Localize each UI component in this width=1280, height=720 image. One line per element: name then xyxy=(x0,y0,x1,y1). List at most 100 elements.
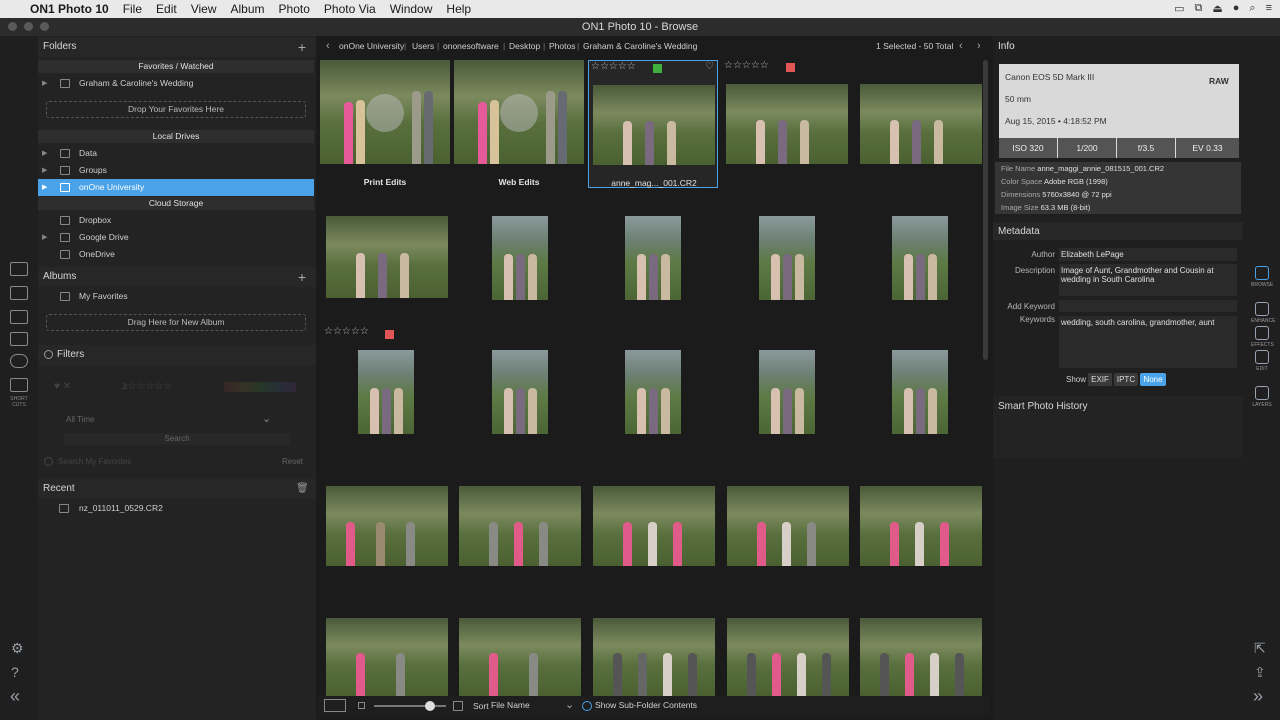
collapse-left-panel-icon[interactable]: « xyxy=(10,686,20,707)
photo-thumbnail[interactable] xyxy=(625,350,681,434)
thumbnail[interactable]: ☆☆☆☆☆ xyxy=(722,60,852,188)
enhance-module-button[interactable]: ENHANCE xyxy=(1251,302,1275,324)
sort-chevron-down-icon[interactable]: ⌄ xyxy=(565,698,574,711)
filter-search-input[interactable]: Search xyxy=(64,433,290,445)
next-chevron-icon[interactable]: › xyxy=(977,36,981,56)
share-upload-icon[interactable]: ⇪ xyxy=(1254,664,1266,681)
filter-color-labels[interactable] xyxy=(224,382,296,392)
menu-view[interactable]: View xyxy=(191,2,217,16)
time-filter-value[interactable]: All Time xyxy=(66,415,94,424)
album-item-favorites[interactable]: My Favorites xyxy=(38,288,314,305)
drive-item-groups[interactable]: ▶ Groups xyxy=(38,162,314,179)
grid-scrollbar[interactable] xyxy=(983,60,988,360)
thumbnail-web-edits[interactable]: Web Edits xyxy=(454,60,584,188)
cloud-item-dropbox[interactable]: Dropbox xyxy=(38,212,314,229)
drive-item-onone-university[interactable]: ▶ onOne University xyxy=(38,179,314,196)
thumbnail-size-slider[interactable] xyxy=(374,705,446,707)
filters-toggle[interactable] xyxy=(44,350,53,359)
filter-star-rating[interactable]: ≥☆☆☆☆☆ xyxy=(122,381,172,392)
favorites-icon[interactable] xyxy=(10,310,28,324)
heart-icon[interactable]: ♡ xyxy=(705,61,714,72)
filter-flag-icon[interactable]: ♥ ✕ xyxy=(54,381,71,392)
spotlight-search-icon[interactable]: ⌕ xyxy=(1249,2,1255,15)
star-rating[interactable]: ☆☆☆☆☆ xyxy=(591,61,636,72)
export-icon[interactable]: ⇱ xyxy=(1254,640,1266,657)
collapse-right-panel-icon[interactable]: » xyxy=(1253,686,1263,707)
minimize-window-button[interactable] xyxy=(24,22,33,31)
slider-handle[interactable] xyxy=(425,701,435,711)
sort-select[interactable]: File Name xyxy=(491,700,530,710)
star-rating[interactable]: ☆☆☆☆☆ xyxy=(324,326,369,337)
expand-icon[interactable]: ▶ xyxy=(42,179,47,196)
back-chevron-icon[interactable]: ‹ xyxy=(326,36,330,56)
thumbnail-selected[interactable]: ☆☆☆☆☆ ♡ anne_mag..._001.CR2 xyxy=(588,60,718,188)
settings-gear-icon[interactable]: ⚙ xyxy=(11,640,24,657)
screen-record-icon[interactable]: ▭ xyxy=(1174,2,1184,15)
notification-list-icon[interactable]: ≡ xyxy=(1266,2,1272,15)
local-drives-header[interactable]: Local Drives xyxy=(38,130,314,143)
zoom-window-button[interactable] xyxy=(40,22,49,31)
effects-module-button[interactable]: EFFECTS xyxy=(1251,326,1274,348)
photo-thumbnail[interactable] xyxy=(459,618,581,696)
search-favorites-toggle[interactable] xyxy=(44,457,53,466)
menu-help[interactable]: Help xyxy=(446,2,471,16)
add-album-icon[interactable]: + xyxy=(298,267,306,287)
photo-thumbnail[interactable] xyxy=(358,350,414,434)
thumbnail[interactable] xyxy=(856,60,986,188)
cloud-item-google-drive[interactable]: ▶ Google Drive xyxy=(38,229,314,246)
crumb-desktop[interactable]: Desktop xyxy=(509,36,540,56)
subfolder-toggle[interactable] xyxy=(582,701,592,711)
expand-icon[interactable]: ▶ xyxy=(42,229,47,246)
description-field[interactable]: Image of Aunt, Grandmother and Cousin at… xyxy=(1059,264,1237,296)
close-window-button[interactable] xyxy=(8,22,17,31)
photo-thumbnail[interactable] xyxy=(892,216,948,300)
photo-thumbnail[interactable] xyxy=(759,216,815,300)
color-label-green[interactable] xyxy=(653,64,662,73)
reset-filters-button[interactable]: Reset xyxy=(282,457,303,466)
none-button[interactable]: None xyxy=(1140,373,1166,386)
crumb-current-folder[interactable]: Graham & Caroline's Wedding xyxy=(583,36,697,56)
photo-thumbnail[interactable] xyxy=(593,618,715,696)
expand-icon[interactable]: ▶ xyxy=(42,162,47,179)
menu-album[interactable]: Album xyxy=(231,2,265,16)
menu-edit[interactable]: Edit xyxy=(156,2,177,16)
keywords-field[interactable]: wedding, south carolina, grandmother, au… xyxy=(1059,316,1237,368)
eject-icon[interactable]: ⏏ xyxy=(1212,2,1222,15)
menu-photo[interactable]: Photo xyxy=(279,2,310,16)
thumbnail-print-edits[interactable]: Print Edits xyxy=(320,60,450,188)
cloud-storage-header[interactable]: Cloud Storage xyxy=(38,197,314,210)
prev-chevron-icon[interactable]: ‹ xyxy=(959,36,963,56)
add-keyword-input[interactable] xyxy=(1059,300,1237,312)
exif-button[interactable]: EXIF xyxy=(1088,373,1112,386)
expand-icon[interactable]: ▶ xyxy=(42,75,47,92)
photo-thumbnail[interactable] xyxy=(860,486,982,566)
cloud-item-onedrive[interactable]: OneDrive xyxy=(38,246,314,263)
menu-window[interactable]: Window xyxy=(390,2,433,16)
menu-photo-via[interactable]: Photo Via xyxy=(324,2,376,16)
recent-item[interactable]: nz_011011_0529.CR2 xyxy=(38,500,314,517)
drive-item-data[interactable]: ▶ Data xyxy=(38,145,314,162)
edit-module-button[interactable]: EDIT xyxy=(1251,350,1273,372)
shortcuts-icon[interactable] xyxy=(10,378,28,392)
layers-module-button[interactable]: LAYERS xyxy=(1251,386,1273,408)
share-icon[interactable]: ⧉ xyxy=(1194,2,1202,15)
photo-thumbnail[interactable] xyxy=(459,486,581,566)
grid-view-icon[interactable] xyxy=(324,699,346,712)
photo-thumbnail[interactable] xyxy=(593,486,715,566)
folder-item-favorite[interactable]: ▶ Graham & Caroline's Wedding xyxy=(38,75,314,92)
menu-file[interactable]: File xyxy=(123,2,142,16)
crumb-onone-university[interactable]: onOne University xyxy=(339,36,404,56)
photo-thumbnail[interactable] xyxy=(727,486,849,566)
app-name-menu[interactable]: ON1 Photo 10 xyxy=(30,2,109,16)
browse-module-button[interactable]: BROWSE xyxy=(1251,266,1273,288)
color-label-red[interactable] xyxy=(385,330,394,339)
author-field[interactable]: Elizabeth LePage xyxy=(1059,248,1237,261)
crumb-photos[interactable]: Photos xyxy=(549,36,575,56)
trash-icon[interactable]: 🗑 xyxy=(296,479,309,499)
help-icon[interactable]: ? xyxy=(11,664,19,680)
favorites-section-header[interactable]: Favorites / Watched xyxy=(38,60,314,73)
user-icon[interactable]: ● xyxy=(1233,2,1240,15)
eye-icon[interactable] xyxy=(10,332,28,346)
photo-thumbnail[interactable] xyxy=(326,618,448,696)
cloud-icon[interactable] xyxy=(10,354,28,368)
